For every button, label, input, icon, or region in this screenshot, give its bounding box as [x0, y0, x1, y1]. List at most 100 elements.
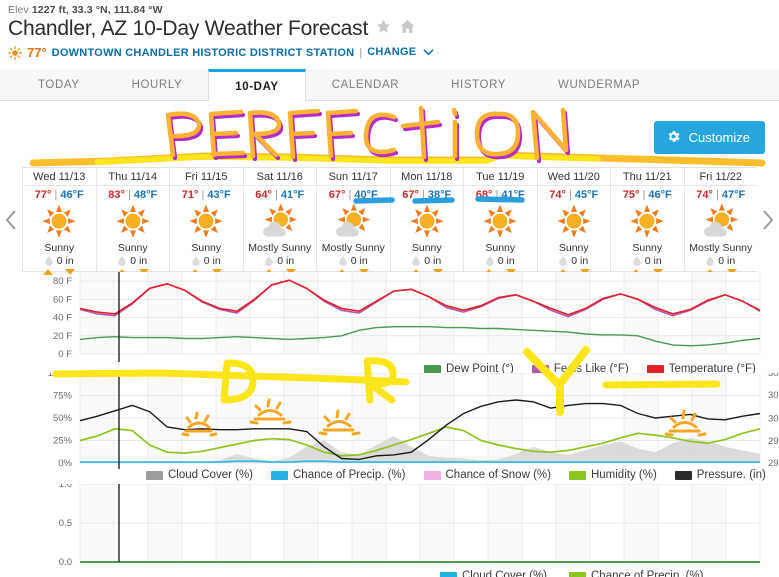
day-low: 40°F: [354, 189, 378, 201]
day-divider: [317, 185, 390, 186]
forecast-day[interactable]: Fri 11/22 74° | 47°F Mostly Sunny 0 in: [684, 168, 758, 275]
day-condition: Mostly Sunny: [689, 242, 753, 254]
day-temps: 77° | 46°F: [23, 189, 96, 201]
prev-days-arrow[interactable]: [0, 167, 22, 272]
precipitation-chart: 0.0 0.5 1.0: [0, 484, 779, 569]
legend-label: Cloud Cover (%): [462, 570, 547, 577]
day-date: Thu 11/21: [622, 171, 672, 183]
day-divider: [23, 185, 96, 186]
day-divider: [96, 185, 169, 186]
temp-separator: |: [418, 189, 428, 201]
day-divider: [390, 185, 463, 186]
day-condition: Sunny: [485, 242, 516, 254]
temp-separator: |: [712, 189, 722, 201]
day-precip-amount: 0 in: [424, 255, 442, 267]
day-low: 48°F: [133, 189, 158, 201]
sun-cloud-icon: [685, 202, 758, 242]
tab-calendar[interactable]: CALENDAR: [306, 69, 425, 100]
forecast-day[interactable]: Wed 11/20 74° | 45°F Sunny 0 in: [537, 168, 611, 275]
precip-line: [80, 460, 760, 463]
day-date: Mon 11/18: [401, 171, 453, 183]
next-days-arrow[interactable]: [757, 167, 779, 272]
page-title: Chandler, AZ 10-Day Weather Forecast: [8, 17, 369, 40]
legend-swatch: [423, 470, 441, 480]
axis-tick-label: 1.0: [59, 484, 72, 490]
day-divider: [537, 185, 610, 186]
legend-swatch: [271, 470, 288, 480]
day-temps: 71° | 43°F: [170, 189, 243, 201]
legend-label: Chance of Snow (%): [445, 469, 551, 481]
day-temps: 74° | 45°F: [538, 189, 611, 201]
axis-tick-label: 100%: [48, 373, 73, 379]
customize-button[interactable]: Customize: [653, 121, 765, 154]
sun-icon: [8, 45, 22, 60]
day-precip-amount: 0 in: [350, 255, 368, 267]
forecast-day[interactable]: Thu 11/21 75° | 46°F Sunny 0 in: [611, 168, 685, 275]
sun-icon: [23, 202, 96, 242]
day-divider: [611, 185, 684, 186]
axis-tick-label: 40 F: [53, 313, 72, 324]
day-date: Fri 11/15: [184, 171, 228, 183]
change-station-link[interactable]: CHANGE: [367, 46, 434, 58]
forecast-day[interactable]: Sun 11/17 67° | 40°F Mostly Sunny 0 in: [317, 168, 391, 275]
axis-tick-label: 25%: [53, 436, 73, 447]
day-precip: 0 in: [244, 255, 317, 267]
legend-item[interactable]: Pressure. (in): [674, 469, 766, 481]
forecast-day[interactable]: Sat 11/16 64° | 41°F Mostly Sunny 0 in: [243, 168, 317, 275]
forecast-strip: Wed 11/13 77° | 46°F Sunny 0 in Thu 11/14 83…: [0, 167, 779, 275]
day-high: 74°: [696, 189, 713, 201]
forecast-day[interactable]: Mon 11/18 67° | 38°F Sunny 0 in: [390, 168, 464, 275]
day-high: 74°: [549, 189, 566, 201]
day-precip: 0 in: [317, 255, 390, 267]
legend-item[interactable]: Cloud Cover (%): [440, 570, 547, 577]
tab-history[interactable]: HISTORY: [425, 69, 532, 100]
axis-tick-label: 20 F: [53, 331, 72, 342]
day-precip: 0 in: [685, 255, 758, 267]
day-precip: 0 in: [391, 255, 464, 267]
raindrop-icon: [485, 256, 494, 266]
weather-page: Elev 1227 ft, 33.3 °N, 111.84 °W Chandle…: [0, 0, 779, 577]
legend-item[interactable]: Chance of Precip. (%): [569, 570, 704, 577]
legend-item[interactable]: Chance of Snow (%): [423, 469, 551, 481]
legend-swatch: [674, 470, 692, 480]
raindrop-icon: [559, 256, 568, 266]
forecast-day[interactable]: Fri 11/15 71° | 43°F Sunny 0 in: [170, 168, 244, 275]
day-condition: Sunny: [558, 242, 589, 254]
raindrop-icon: [191, 256, 200, 266]
legend-item[interactable]: Cloud Cover (%): [146, 469, 253, 481]
tab-wundermap[interactable]: WUNDERMAP: [532, 69, 666, 100]
station-row: 77° DOWNTOWN CHANDLER HISTORIC DISTRICT …: [0, 41, 779, 60]
day-high: 71°: [181, 189, 199, 201]
customize-label: Customize: [688, 130, 750, 145]
sun-icon: [97, 202, 170, 242]
legend-label: Humidity (%): [590, 469, 657, 481]
forecast-day[interactable]: Tue 11/19 68° | 41°F Sunny 0 in: [464, 168, 538, 275]
tab-hourly[interactable]: HOURLY: [106, 69, 209, 100]
legend-item[interactable]: Humidity (%): [568, 469, 657, 481]
day-temps: 64° | 41°F: [244, 189, 317, 201]
axis-tick-label: 80 F: [53, 276, 72, 287]
forecast-day[interactable]: Thu 11/14 83° | 48°F Sunny 0 in: [96, 168, 170, 275]
raindrop-icon: [338, 256, 347, 266]
elevation-text: Elev 1227 ft, 33.3 °N, 111.84 °W: [0, 0, 779, 16]
station-name[interactable]: DOWNTOWN CHANDLER HISTORIC DISTRICT STAT…: [52, 47, 355, 59]
raindrop-icon: [118, 256, 127, 266]
tab-today[interactable]: TODAY: [12, 69, 106, 100]
day-date: Tue 11/19: [476, 171, 525, 183]
day-high: 67°: [328, 189, 346, 201]
day-low: 46°F: [60, 189, 84, 201]
star-icon[interactable]: [375, 18, 392, 40]
day-precip: 0 in: [97, 255, 170, 267]
forecast-day[interactable]: Wed 11/13 77° | 46°F Sunny 0 in: [22, 168, 97, 275]
day-precip-amount: 0 in: [718, 255, 736, 267]
legend-label: Chance of Precip. (%): [293, 469, 406, 481]
legend-item[interactable]: Chance of Precip. (%): [271, 469, 406, 481]
axis-tick-label: 60 F: [53, 294, 72, 305]
tab-10-day[interactable]: 10-DAY: [208, 69, 306, 101]
tab-bar: TODAY HOURLY 10-DAY CALENDAR HISTORY WUNDERMA…: [0, 69, 779, 101]
day-precip: 0 in: [538, 255, 611, 267]
home-icon[interactable]: [399, 18, 416, 40]
axis-tick-label: 29.75: [768, 458, 779, 469]
axis-tick-label: 30.24: [768, 390, 779, 401]
sun-icon: [391, 202, 464, 242]
